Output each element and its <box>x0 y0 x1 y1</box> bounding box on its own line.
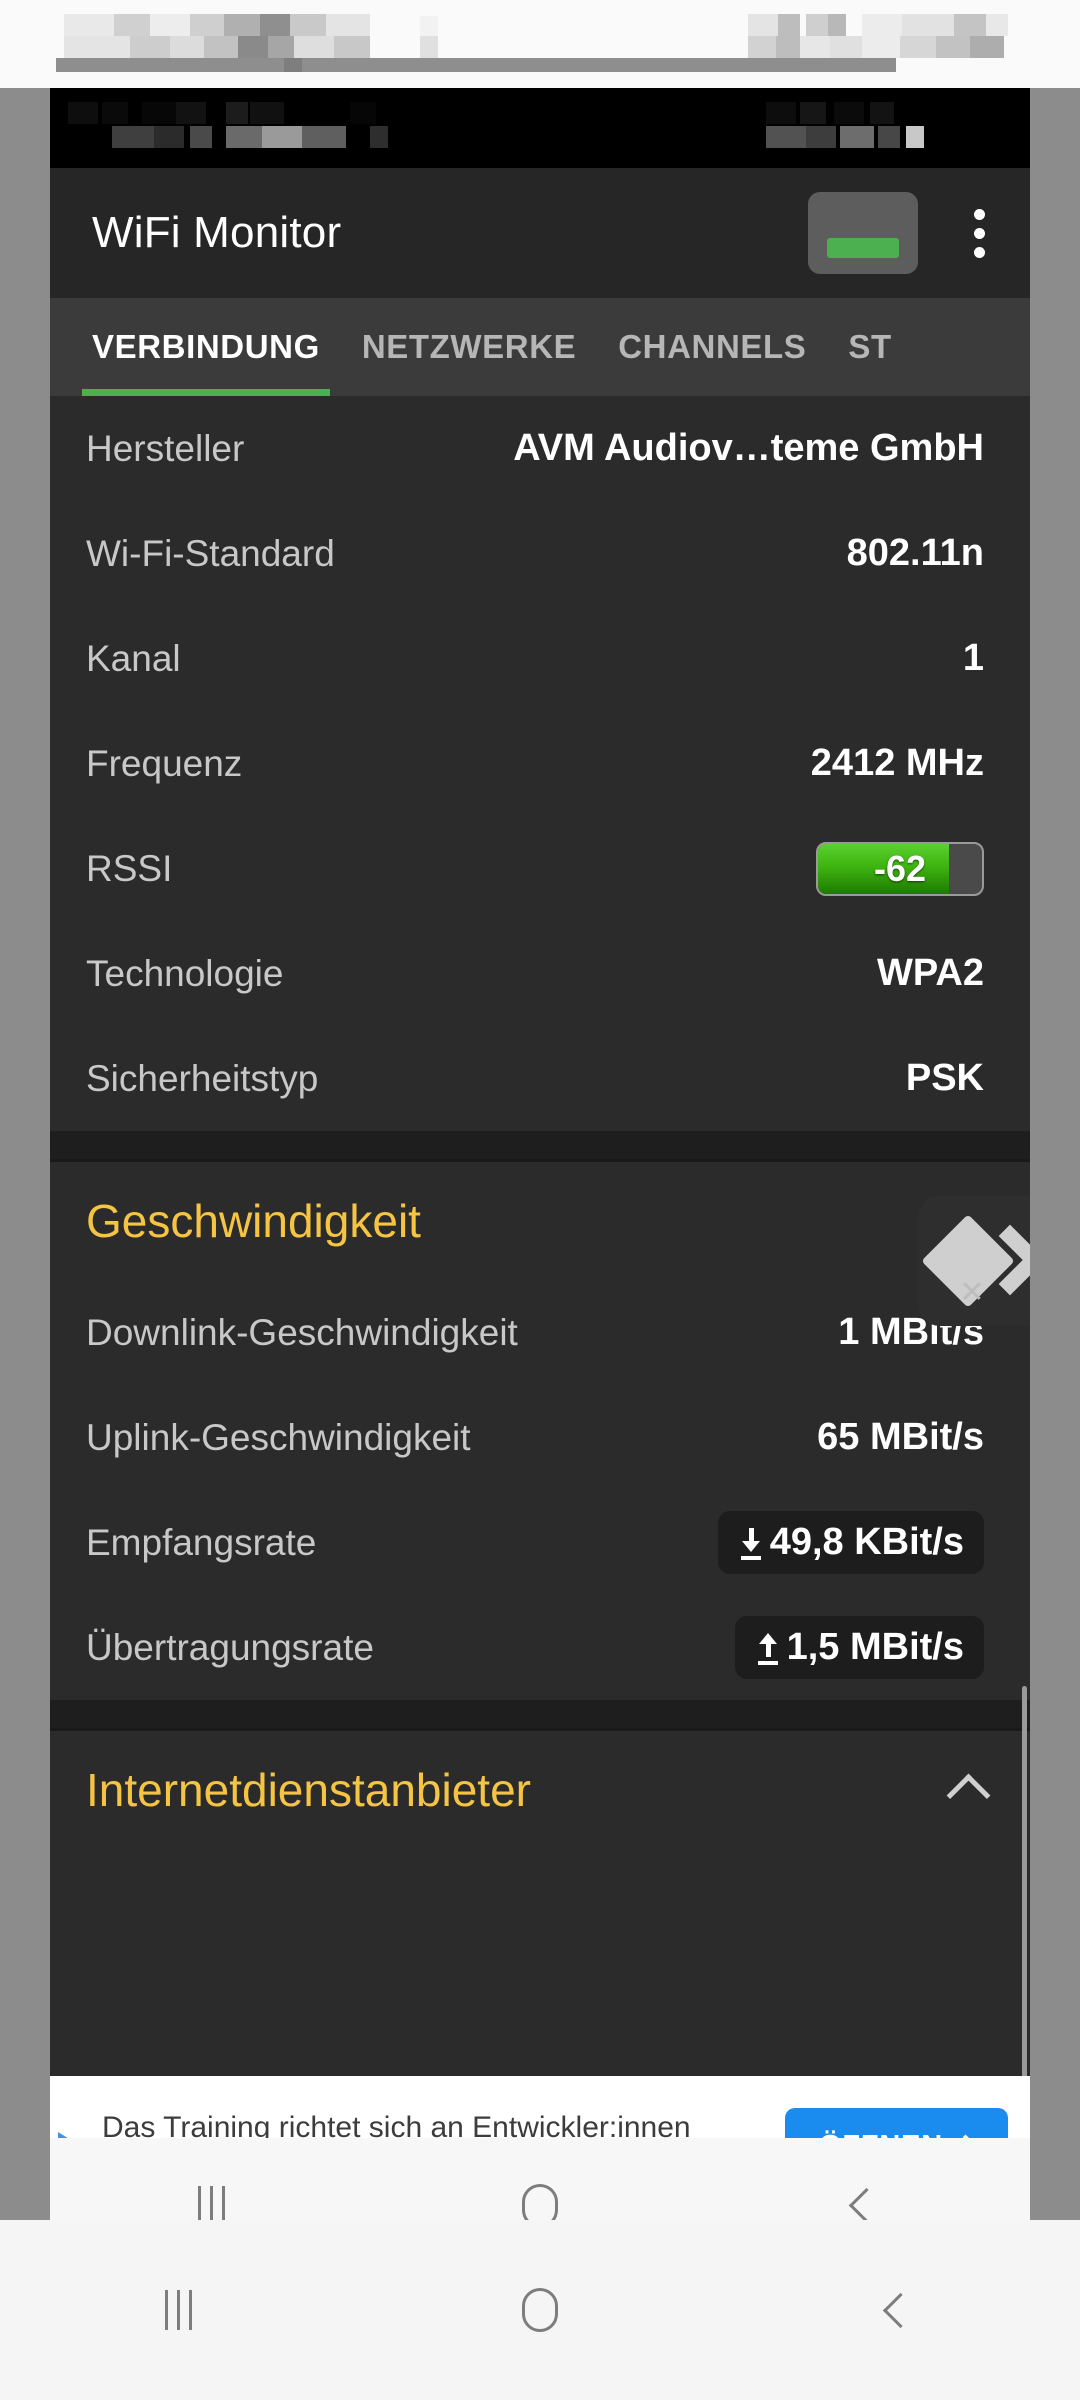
speed-section-header[interactable]: Geschwindigkeit <box>50 1162 1030 1280</box>
floating-overlay-bubble[interactable]: ✕ <box>918 1196 1030 1326</box>
table-row[interactable]: Downlink-Geschwindigkeit 1 MBit/s <box>50 1280 1030 1385</box>
kebab-dot <box>973 208 985 220</box>
row-value: 2412 MHz <box>810 742 984 784</box>
vertical-scrollbar[interactable] <box>1022 1686 1027 2076</box>
back-button[interactable] <box>703 2187 1030 2224</box>
content-scroll-area[interactable]: Hersteller AVM Audiov…teme GmbH Wi-Fi-St… <box>50 396 1030 2076</box>
device-home-button[interactable] <box>360 2288 720 2332</box>
table-row[interactable]: Sicherheitstyp PSK <box>50 1026 1030 1131</box>
section-divider <box>50 1131 1030 1159</box>
row-value: 65 MBit/s <box>817 1416 984 1458</box>
app-bar: WiFi Monitor <box>50 168 1030 298</box>
section-title: Internetdienstanbieter <box>86 1764 531 1816</box>
transmit-rate-pill: 1,5 MBit/s <box>734 1616 984 1679</box>
row-label: Hersteller <box>86 427 245 469</box>
row-value: 802.11n <box>846 532 984 574</box>
app-window: WiFi Monitor VERBINDUNG NETZWERKE CHANNE… <box>50 88 1030 2273</box>
row-label: Wi-Fi-Standard <box>86 532 335 574</box>
device-status-bar <box>0 0 1080 88</box>
tab-verbindung[interactable]: VERBINDUNG <box>82 298 330 396</box>
tab-label: ST <box>848 328 892 365</box>
isp-card: Internetdienstanbieter <box>50 1731 1030 1849</box>
speed-card: Geschwindigkeit Downlink-Geschwindigkeit… <box>50 1162 1030 1700</box>
app-bar-actions <box>808 192 1030 274</box>
tab-netzwerke[interactable]: NETZWERKE <box>362 298 576 396</box>
row-label: Empfangsrate <box>86 1521 317 1563</box>
row-label: Kanal <box>86 637 181 679</box>
row-value: PSK <box>905 1057 984 1099</box>
upload-arrow-icon <box>755 1631 781 1665</box>
section-title: Geschwindigkeit <box>86 1195 421 1247</box>
scan-toggle-button[interactable] <box>808 192 918 274</box>
toggle-indicator <box>827 238 899 258</box>
table-row[interactable]: Kanal 1 <box>50 606 1030 711</box>
overflow-menu-icon[interactable] <box>952 192 1006 274</box>
row-value: 1,5 MBit/s <box>786 1626 964 1668</box>
overlay-diamond-chevron-icon: ✕ <box>921 1214 1030 1308</box>
table-row-rssi[interactable]: RSSI -62 <box>50 816 1030 921</box>
device-back-button[interactable] <box>720 2292 1080 2328</box>
row-label: Technologie <box>86 952 284 994</box>
device-recents-button[interactable] <box>0 2290 360 2330</box>
row-label: Downlink-Geschwindigkeit <box>86 1311 518 1353</box>
download-arrow-icon <box>738 1526 764 1560</box>
row-label: Uplink-Geschwindigkeit <box>86 1416 471 1458</box>
kebab-dot <box>973 227 985 239</box>
rssi-signal-bar: -62 <box>816 841 984 896</box>
rssi-value: -62 <box>873 847 927 889</box>
tab-label: NETZWERKE <box>361 328 577 365</box>
row-label: Frequenz <box>86 742 243 784</box>
table-row[interactable]: Hersteller AVM Audiov…teme GmbH <box>50 396 1030 501</box>
kebab-dot <box>973 246 985 258</box>
recents-icon <box>163 2290 197 2330</box>
tab-label: VERBINDUNG <box>92 328 320 365</box>
table-row[interactable]: Empfangsrate 49,8 KBit/s <box>50 1490 1030 1595</box>
table-row[interactable]: Uplink-Geschwindigkeit 65 MBit/s <box>50 1385 1030 1490</box>
device-screen: WiFi Monitor VERBINDUNG NETZWERKE CHANNE… <box>0 0 1080 2400</box>
chevron-up-icon[interactable] <box>946 1773 991 1817</box>
table-row[interactable]: Wi-Fi-Standard 802.11n <box>50 501 1030 606</box>
table-row[interactable]: Technologie WPA2 <box>50 921 1030 1026</box>
row-value: 49,8 KBit/s <box>769 1521 964 1563</box>
connection-card: Hersteller AVM Audiov…teme GmbH Wi-Fi-St… <box>50 396 1030 1131</box>
app-status-bar <box>50 88 1030 168</box>
tab-bar: VERBINDUNG NETZWERKE CHANNELS ST <box>50 298 1030 396</box>
row-value: 1 <box>962 637 984 679</box>
device-navigation-bar <box>0 2220 1080 2400</box>
row-label: Übertragungsrate <box>86 1626 374 1668</box>
tab-label: CHANNELS <box>618 328 807 365</box>
tab-channels[interactable]: CHANNELS <box>618 298 806 396</box>
row-value: AVM Audiov…teme GmbH <box>513 427 984 469</box>
home-icon <box>522 2288 558 2332</box>
receive-rate-pill: 49,8 KBit/s <box>717 1511 984 1574</box>
back-icon <box>848 2187 885 2224</box>
page-title: WiFi Monitor <box>92 208 342 257</box>
section-divider <box>50 1700 1030 1728</box>
isp-section-header[interactable]: Internetdienstanbieter <box>50 1731 1030 1849</box>
table-row[interactable]: Übertragungsrate 1,5 MBit/s <box>50 1595 1030 1700</box>
back-icon <box>882 2292 918 2328</box>
row-label: Sicherheitstyp <box>86 1057 319 1099</box>
row-label: RSSI <box>86 847 173 889</box>
table-row[interactable]: Frequenz 2412 MHz <box>50 711 1030 816</box>
tab-statistik[interactable]: ST <box>848 298 891 396</box>
row-value: WPA2 <box>877 952 984 994</box>
